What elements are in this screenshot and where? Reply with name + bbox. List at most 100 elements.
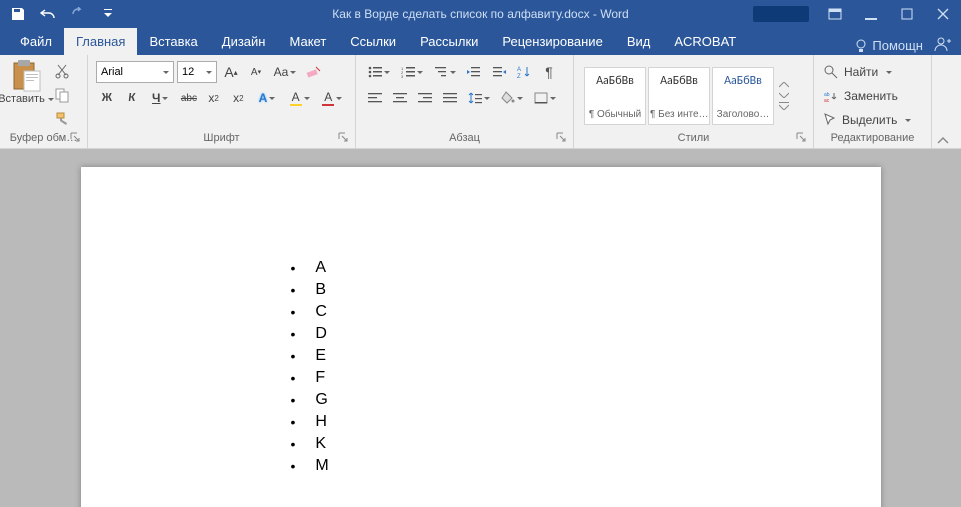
grow-font-button[interactable]: A▴ [220,61,242,83]
numbering-button[interactable]: 123 [397,61,427,83]
maximize-button[interactable] [889,0,925,28]
sort-button[interactable]: AZ [513,61,535,83]
chevron-down-icon [886,71,892,74]
chevron-down-icon [269,97,275,100]
text-effects-button[interactable]: A [252,87,282,109]
copy-button[interactable] [52,85,72,105]
tab-layout[interactable]: Макет [277,28,338,55]
format-painter-button[interactable] [52,109,72,129]
borders-button[interactable] [530,87,560,109]
list-item: B [291,279,881,301]
tab-insert[interactable]: Вставка [137,28,209,55]
tab-file[interactable]: Файл [8,28,64,55]
select-button[interactable]: Выделить [824,109,921,131]
chevron-down-icon [304,97,310,100]
subscript-button[interactable]: x2 [203,87,225,109]
strikethrough-button[interactable]: abc [178,87,200,109]
clipboard-group-label: Буфер обм… [10,132,77,144]
align-left-button[interactable] [364,87,386,109]
styles-group-label: Стили [678,132,710,144]
chevron-down-icon [290,71,296,74]
ribbon-tabs: Файл Главная Вставка Дизайн Макет Ссылки… [0,28,961,55]
list-item: K [291,433,881,455]
tab-mailings[interactable]: Рассылки [408,28,490,55]
font-launcher[interactable] [337,132,349,144]
chevron-down-icon [162,97,168,100]
svg-text:ac: ac [824,98,830,102]
shading-button[interactable] [497,87,527,109]
paragraph-launcher[interactable] [555,132,567,144]
font-size-combo[interactable]: 12 [177,61,217,83]
multilevel-list-button[interactable] [430,61,460,83]
list-item: С [291,301,881,323]
superscript-button[interactable]: x2 [227,87,249,109]
chevron-down-icon [384,71,390,74]
qat-customize-button[interactable] [96,2,120,26]
align-center-button[interactable] [389,87,411,109]
chevron-down-icon [417,71,423,74]
chevron-down-icon [336,97,342,100]
italic-button[interactable]: К [121,87,143,109]
tell-me-search[interactable]: Помощн [854,38,923,53]
tab-home[interactable]: Главная [64,28,137,55]
replace-button[interactable]: abac Заменить [824,85,921,107]
tab-design[interactable]: Дизайн [210,28,278,55]
cursor-icon [824,113,836,127]
ribbon-display-options[interactable] [817,0,853,28]
share-button[interactable] [933,36,951,55]
style-heading1[interactable]: АаБбВв Заголово… [712,67,774,125]
decrease-indent-button[interactable] [463,61,485,83]
paste-button[interactable]: Вставить [4,57,48,105]
tab-view[interactable]: Вид [615,28,663,55]
bullets-button[interactable] [364,61,394,83]
increase-indent-button[interactable] [488,61,510,83]
replace-icon: abac [824,90,838,102]
justify-button[interactable] [439,87,461,109]
highlight-button[interactable]: A [285,87,315,109]
find-button[interactable]: Найти [824,61,921,83]
close-button[interactable] [925,0,961,28]
tell-me-label: Помощн [872,38,923,53]
list-item: Н [291,411,881,433]
line-spacing-button[interactable] [464,87,494,109]
svg-text:Z: Z [517,74,521,79]
show-hide-button[interactable]: ¶ [538,61,560,83]
chevron-down-icon [206,71,212,74]
redo-button[interactable] [66,2,90,26]
clear-formatting-button[interactable] [303,61,325,83]
tab-review[interactable]: Рецензирование [490,28,614,55]
styles-more-button[interactable] [776,67,792,125]
shrink-font-button[interactable]: A▾ [245,61,267,83]
styles-launcher[interactable] [795,132,807,144]
style-normal[interactable]: АаБбВв ¶ Обычный [584,67,646,125]
undo-button[interactable] [36,2,60,26]
search-icon [824,65,838,79]
account-area[interactable] [753,6,809,22]
save-button[interactable] [6,2,30,26]
bold-button[interactable]: Ж [96,87,118,109]
font-name-combo[interactable]: Arial [96,61,174,83]
list-item: А [291,257,881,279]
chevron-down-icon [450,71,456,74]
font-group-label: Шрифт [203,132,239,144]
document-area[interactable]: АBСDЕFGНKМ [0,149,961,507]
font-color-button[interactable]: A [317,87,347,109]
tab-acrobat[interactable]: ACROBAT [662,28,748,55]
underline-button[interactable]: Ч [145,87,175,109]
collapse-ribbon-button[interactable] [932,55,954,149]
window-title: Как в Ворде сделать список по алфавиту.d… [332,7,628,21]
minimize-button[interactable] [853,0,889,28]
style-no-spacing[interactable]: АаБбВв ¶ Без инте… [648,67,710,125]
page[interactable]: АBСDЕFGНKМ [81,167,881,507]
clipboard-launcher[interactable] [69,132,81,144]
change-case-button[interactable]: Aa [270,61,300,83]
list-item: Е [291,345,881,367]
tab-references[interactable]: Ссылки [338,28,408,55]
align-right-button[interactable] [414,87,436,109]
paste-label: Вставить [0,93,45,105]
chevron-down-icon [517,97,523,100]
editing-group-label: Редактирование [831,132,915,144]
svg-text:3: 3 [401,74,404,78]
cut-button[interactable] [52,61,72,81]
list-item: D [291,323,881,345]
